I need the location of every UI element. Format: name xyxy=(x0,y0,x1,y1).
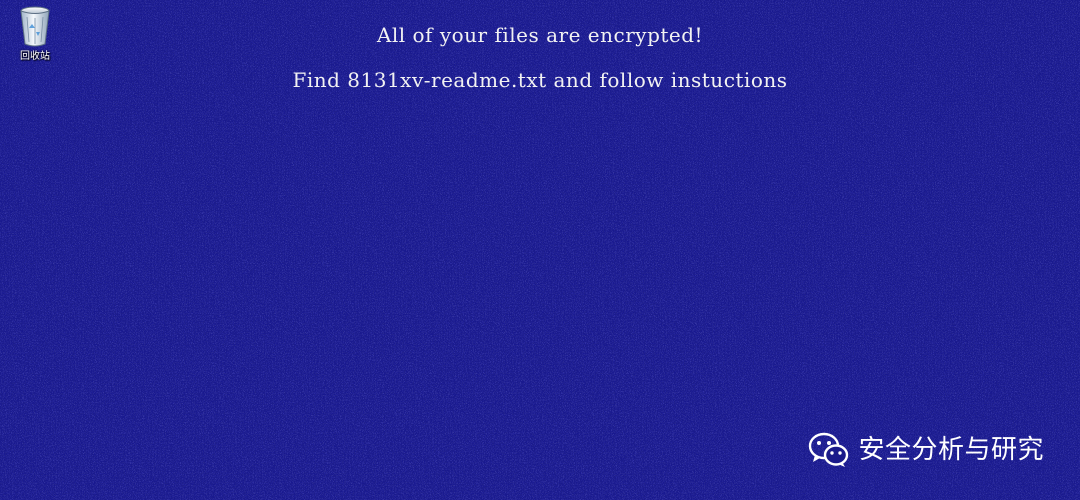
recycle-bin-label: 回收站 xyxy=(20,51,50,62)
ransom-message-title: All of your files are encrypted! xyxy=(376,23,704,47)
watermark-text: 安全分析与研究 xyxy=(858,435,1044,465)
ransom-message-instructions: Find 8131xv-readme.txt and follow instuc… xyxy=(292,68,788,92)
wechat-icon xyxy=(809,432,849,467)
watermark: 安全分析与研究 xyxy=(808,430,1044,470)
desktop-background: 回收站 All of your files are encrypted! Fin… xyxy=(0,0,1080,500)
